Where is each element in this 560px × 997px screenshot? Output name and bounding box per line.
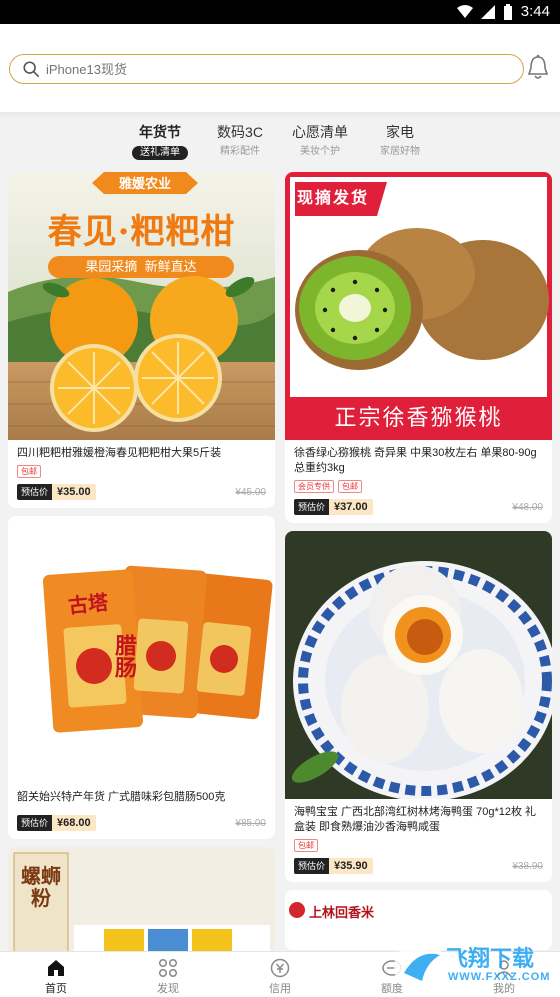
pack-brand: 古塔 (67, 589, 110, 619)
header (0, 24, 560, 112)
original-price: ¥48.00 (512, 501, 543, 513)
tab-appliances[interactable]: 家电 家居好物 (360, 122, 440, 164)
credit-icon (270, 958, 290, 978)
product-badges: 包邮 (294, 839, 543, 852)
product-title: 四川粑粑柑雅媛橙海春见粑粑柑大果5斤装 (17, 447, 222, 459)
price-tag: 预估价 (17, 484, 53, 500)
product-image: 现摘发货 正宗徐香猕猴桃 (285, 172, 552, 440)
price-value: ¥37.00 (329, 499, 373, 515)
tab-title: 心愿清单 (292, 124, 348, 140)
price-row: 预估价 ¥37.00 ¥48.00 (294, 499, 543, 515)
product-card[interactable]: 海鸭宝宝 广西北部湾红树林烤海鸭蛋 70g*12枚 礼盒装 即食熟爆油沙香海鸭咸… (285, 531, 552, 882)
pack-name: 腊肠 (111, 634, 137, 678)
original-price: ¥45.00 (235, 486, 266, 498)
price-tag: 预估价 (294, 499, 330, 515)
clock: 3:44 (520, 3, 550, 20)
tab-subtitle: 送礼清单 (132, 146, 188, 160)
search-bar[interactable] (9, 54, 524, 84)
nav-label: 首页 (45, 983, 67, 995)
wifi-icon (456, 4, 473, 18)
nav-discover[interactable]: 发现 (112, 952, 224, 997)
product-badges: 包邮 (17, 465, 266, 478)
battery-icon (503, 3, 512, 20)
product-card[interactable]: 雅媛农业 春见·粑粑柑 果园采摘 新鲜直达 四川粑粑柑雅媛橙海春见粑粑柑大果5斤… (8, 172, 275, 508)
original-price: ¥38.90 (512, 860, 543, 872)
product-image: 雅媛农业 春见·粑粑柑 果园采摘 新鲜直达 (8, 172, 275, 440)
watermark-url: WWW.FXXZ.COM (448, 971, 551, 983)
rice-brand: 上林回香米 (309, 906, 375, 921)
status-bar: 3:44 (0, 0, 560, 24)
price-tag: 预估价 (17, 815, 53, 831)
bell-icon[interactable] (526, 54, 550, 82)
signal-icon (480, 4, 495, 19)
nav-label: 信用 (269, 983, 291, 995)
sausage-pack-graphic (8, 516, 275, 784)
discover-icon (158, 958, 178, 978)
product-card[interactable]: 古塔 腊肠 韶关始兴特产年货 广式腊味彩包腊肠500克 预估价 ¥68.00 ¥… (8, 516, 275, 839)
header-divider (0, 112, 560, 118)
tab-title: 数码3C (217, 124, 263, 140)
salted-egg-graphic (285, 531, 552, 799)
price-row: 预估价 ¥35.90 ¥38.90 (294, 858, 543, 874)
product-card[interactable]: 现摘发货 正宗徐香猕猴桃 徐香绿心猕猴桃 奇异果 中果30枚左右 单果80-90… (285, 172, 552, 523)
product-info: 海鸭宝宝 广西北部湾红树林烤海鸭蛋 70g*12枚 礼盒装 即食熟爆油沙香海鸭咸… (285, 799, 552, 882)
product-info: 徐香绿心猕猴桃 奇异果 中果30枚左右 单果80-90g 总重约3kg 会员专供… (285, 440, 552, 523)
banner-title: 正宗徐香猕猴桃 (334, 405, 503, 430)
tab-digital[interactable]: 数码3C 精彩配件 (200, 122, 280, 164)
search-input[interactable] (46, 61, 486, 77)
product-column-left: 雅媛农业 春见·粑粑柑 果园采摘 新鲜直达 四川粑粑柑雅媛橙海春见粑粑柑大果5斤… (8, 172, 275, 965)
badge-member-only: 会员专供 (294, 480, 334, 493)
price-row: 预估价 ¥68.00 ¥85.00 (17, 815, 266, 831)
nav-label: 发现 (157, 983, 179, 995)
price-tag: 预估价 (294, 858, 330, 874)
price-value: ¥35.90 (329, 858, 373, 874)
tab-wishlist[interactable]: 心愿清单 美妆个护 (280, 122, 360, 164)
banner-brand: 雅媛农业 (118, 176, 171, 191)
watermark-title: 飞翔下载 (446, 946, 535, 971)
product-image (285, 531, 552, 799)
badge-free-shipping: 包邮 (17, 465, 41, 478)
product-info: 四川粑粑柑雅媛橙海春见粑粑柑大果5斤装 包邮 预估价 ¥35.00 ¥45.00 (8, 440, 275, 508)
tab-subtitle: 精彩配件 (220, 146, 260, 157)
product-title: 海鸭宝宝 广西北部湾红树林烤海鸭蛋 70g*12枚 礼盒装 即食熟爆油沙香海鸭咸… (294, 806, 537, 833)
product-image: 螺蛳粉 (8, 847, 275, 957)
product-info: 韶关始兴特产年货 广式腊味彩包腊肠500克 预估价 ¥68.00 ¥85.00 (8, 784, 275, 839)
banner-subtitle: 果园采摘 新鲜直达 (85, 259, 197, 274)
banner-tag: 现摘发货 (297, 188, 370, 207)
pack-text: 螺蛳粉 (21, 864, 61, 910)
search-icon (23, 61, 40, 78)
price-value: ¥35.00 (52, 484, 96, 500)
price-row: 预估价 ¥35.00 ¥45.00 (17, 484, 266, 500)
original-price: ¥85.00 (235, 817, 266, 829)
product-card[interactable]: 螺蛳粉 (8, 847, 275, 957)
tab-subtitle: 美妆个护 (300, 146, 340, 157)
tab-title: 家电 (386, 124, 414, 140)
product-title: 徐香绿心猕猴桃 奇异果 中果30枚左右 单果80-90g 总重约3kg (294, 447, 537, 474)
product-column-right: 现摘发货 正宗徐香猕猴桃 徐香绿心猕猴桃 奇异果 中果30枚左右 单果80-90… (285, 172, 552, 958)
product-badges: 会员专供 包邮 (294, 480, 543, 493)
home-icon (48, 960, 64, 976)
category-tabs: 年货节 送礼清单 数码3C 精彩配件 心愿清单 美妆个护 家电 家居好物 (0, 122, 560, 164)
badge-free-shipping: 包邮 (338, 480, 362, 493)
product-image: 古塔 腊肠 (8, 516, 275, 784)
tab-title: 年货节 (139, 124, 181, 140)
nav-home[interactable]: 首页 (0, 952, 112, 997)
product-title: 韶关始兴特产年货 广式腊味彩包腊肠500克 (17, 791, 226, 803)
watermark: 飞翔下载 WWW.FXXZ.COM (392, 935, 560, 997)
banner-title: 春见·粑粑柑 (47, 212, 236, 252)
tab-subtitle: 家居好物 (380, 146, 420, 157)
tab-new-year[interactable]: 年货节 送礼清单 (120, 122, 200, 164)
badge-free-shipping: 包邮 (294, 839, 318, 852)
price-value: ¥68.00 (52, 815, 96, 831)
nav-credit[interactable]: 信用 (224, 952, 336, 997)
